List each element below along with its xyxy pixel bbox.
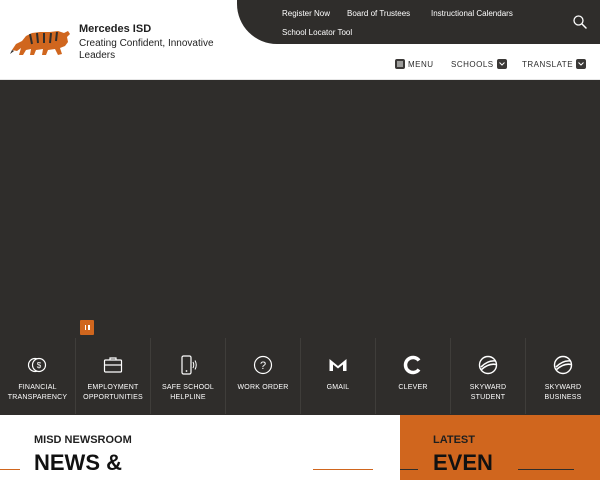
chevron-down-icon: [496, 59, 507, 69]
utility-link-instructional-calendars[interactable]: Instructional Calendars: [431, 9, 513, 18]
chevron-down-icon: [576, 59, 587, 69]
quick-link-employment-opportunities[interactable]: EMPLOYMENT OPPORTUNITIES: [75, 338, 150, 414]
coins-icon: $: [27, 357, 47, 373]
divider: [313, 469, 373, 470]
divider: [400, 469, 418, 470]
newsroom-heading: NEWS &: [34, 450, 122, 475]
site-header: Mercedes ISD Creating Confident, Innovat…: [0, 0, 600, 80]
translate-label: TRANSLATE: [522, 59, 574, 69]
pause-icon: [84, 325, 86, 330]
utility-link-board-of-trustees[interactable]: Board of Trustees: [347, 9, 410, 18]
quick-link-label: GMAIL: [326, 384, 350, 391]
quick-link-label: FINANCIAL TRANSPARENCY: [7, 384, 68, 401]
events-kicker: LATEST: [433, 434, 475, 446]
quick-link-safe-school-helpline[interactable]: SAFE SCHOOL HELPLINE: [150, 338, 225, 414]
briefcase-icon: [103, 357, 123, 373]
question-icon: ?: [253, 355, 273, 375]
schools-label: SCHOOLS: [451, 59, 494, 69]
search-icon[interactable]: [572, 14, 588, 30]
phone-icon: [181, 355, 197, 375]
utility-link-register-now[interactable]: Register Now: [282, 9, 330, 18]
quick-link-label: SAFE SCHOOL HELPLINE: [162, 384, 214, 401]
schools-dropdown[interactable]: SCHOOLS: [451, 57, 507, 71]
utility-link-school-locator-tool[interactable]: School Locator Tool: [282, 28, 352, 37]
divider: [0, 469, 20, 470]
events-heading: EVEN: [433, 450, 493, 475]
menu-button[interactable]: MENU: [395, 57, 434, 71]
quick-link-skyward-business[interactable]: SKYWARD BUSINESS: [525, 338, 600, 414]
clever-icon: [403, 355, 421, 375]
quick-link-clever[interactable]: CLEVER: [375, 338, 450, 414]
gmail-icon: [329, 359, 347, 371]
quick-link-label: SKYWARD BUSINESS: [544, 384, 582, 401]
skyward-icon: [478, 355, 498, 375]
site-tagline: Creating Confident, Innovative Leaders: [79, 38, 214, 61]
divider: [518, 469, 574, 470]
site-title[interactable]: Mercedes ISD: [79, 23, 151, 35]
quick-link-financial-transparency[interactable]: $ FINANCIAL TRANSPARENCY: [0, 338, 75, 414]
svg-text:$: $: [37, 361, 42, 370]
quick-links-bar: $ FINANCIAL TRANSPARENCY EMPLOYMENT OPPO…: [0, 338, 600, 414]
quick-link-label: WORK ORDER: [237, 384, 289, 391]
pause-button[interactable]: [80, 320, 94, 335]
quick-link-work-order[interactable]: ? WORK ORDER: [225, 338, 300, 414]
quick-link-skyward-student[interactable]: SKYWARD STUDENT: [450, 338, 525, 414]
newsroom-section: MISD NEWSROOM NEWS &: [0, 415, 400, 480]
translate-dropdown[interactable]: TRANSLATE: [522, 57, 587, 71]
menu-label: MENU: [408, 59, 434, 69]
quick-link-gmail[interactable]: GMAIL: [300, 338, 375, 414]
skyward-icon: [553, 355, 573, 375]
events-section: LATEST EVEN: [400, 415, 600, 480]
quick-link-label: CLEVER: [398, 384, 428, 391]
quick-link-label: SKYWARD STUDENT: [469, 384, 507, 401]
svg-text:?: ?: [260, 360, 266, 372]
quick-link-label: EMPLOYMENT OPPORTUNITIES: [83, 384, 143, 401]
hamburger-icon: [395, 59, 405, 69]
utility-bar: Register Now Board of Trustees Instructi…: [237, 0, 600, 44]
tiger-logo-icon[interactable]: [10, 24, 72, 58]
newsroom-kicker: MISD NEWSROOM: [34, 434, 132, 446]
